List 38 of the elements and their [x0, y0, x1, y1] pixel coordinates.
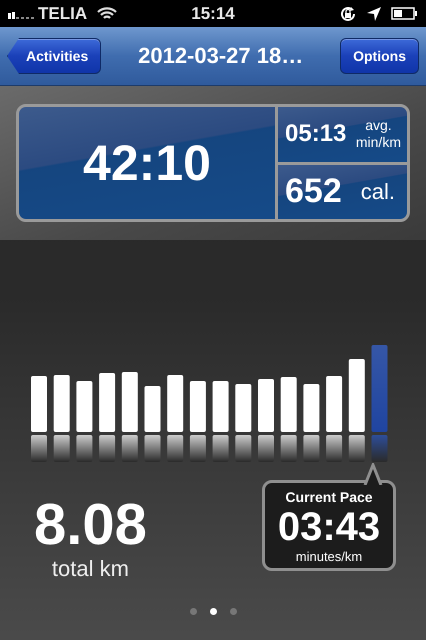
split-bar[interactable] — [212, 381, 229, 462]
rotation-lock-icon — [339, 4, 357, 22]
page-dot[interactable] — [210, 608, 216, 615]
battery-icon — [391, 7, 418, 20]
pace-unit: avg. — [365, 117, 392, 134]
wifi-icon — [97, 6, 118, 20]
current-pace-title: Current Pace — [285, 489, 373, 505]
split-bar[interactable] — [258, 379, 274, 462]
split-bar[interactable] — [167, 375, 184, 462]
page-dot[interactable] — [190, 608, 196, 615]
back-button[interactable]: Activities — [7, 38, 102, 74]
clock-time: 15:14 — [191, 4, 235, 24]
split-bar[interactable] — [144, 386, 160, 462]
location-arrow-icon — [367, 6, 381, 20]
current-pace-unit: minutes/km — [296, 549, 362, 564]
split-bar[interactable] — [280, 377, 297, 462]
split-bar[interactable] — [76, 381, 92, 462]
split-bar[interactable] — [235, 384, 252, 462]
split-bar[interactable] — [99, 373, 116, 462]
pace-unit: min/km — [356, 134, 401, 152]
current-pace-value: 03:43 — [278, 505, 380, 549]
split-bar[interactable] — [54, 375, 70, 462]
calories-value: 652 — [285, 172, 342, 212]
split-bar[interactable] — [348, 359, 365, 462]
distance-unit: total km — [52, 556, 129, 582]
screen-title: 2012-03-27 18… — [137, 43, 304, 69]
duration-value: 42:10 — [83, 134, 211, 192]
calories-unit: cal. — [360, 178, 395, 205]
distance-value: 8.08 — [34, 494, 147, 556]
split-bar[interactable] — [303, 384, 320, 462]
page-dot[interactable] — [230, 608, 236, 615]
carrier-name: TELIA — [38, 4, 88, 24]
split-bar[interactable] — [190, 381, 206, 462]
split-bar[interactable] — [31, 376, 47, 462]
split-bar[interactable] — [122, 372, 138, 462]
split-bar[interactable] — [326, 376, 342, 462]
options-button[interactable]: Options — [340, 38, 419, 74]
pace-value: 05:13 — [285, 120, 346, 148]
